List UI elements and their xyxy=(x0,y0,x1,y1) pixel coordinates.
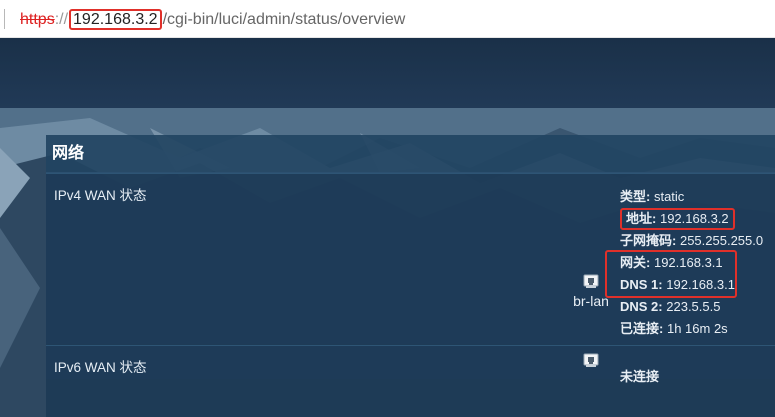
type-label: 类型: xyxy=(620,189,651,204)
address-label: 地址: xyxy=(626,211,657,226)
address-highlight: 地址: 192.168.3.2 xyxy=(620,208,735,230)
ipv4-wan-row: IPv4 WAN 状态 br-lan 类型: static 地址: 192.16… xyxy=(46,173,775,344)
top-header-band xyxy=(0,38,775,108)
ipv6-status: 未连接 xyxy=(620,369,660,384)
network-port-icon xyxy=(583,274,599,288)
type-value: static xyxy=(653,189,685,204)
url-host-highlighted: 192.168.3.2 xyxy=(69,9,162,30)
ipv6-wan-label: IPv6 WAN 状态 xyxy=(54,360,147,375)
network-port-icon xyxy=(583,353,599,367)
netmask-value: 255.255.255.0 xyxy=(679,233,764,248)
connected-value: 1h 16m 2s xyxy=(666,321,728,336)
url-text[interactable]: https://192.168.3.2/cgi-bin/luci/admin/s… xyxy=(20,9,405,31)
url-scheme: https xyxy=(20,11,55,28)
url-path: /cgi-bin/luci/admin/status/overview xyxy=(162,11,406,28)
url-scheme-separator: :// xyxy=(54,11,69,28)
dns2-label: DNS 2: xyxy=(620,299,663,314)
address-bar-divider xyxy=(4,9,5,29)
address-value: 192.168.3.2 xyxy=(659,211,729,226)
connected-label: 已连接: xyxy=(620,321,664,336)
panel-title: 网络 xyxy=(46,135,775,173)
browser-address-bar[interactable]: https://192.168.3.2/cgi-bin/luci/admin/s… xyxy=(0,0,775,38)
netmask-label: 子网掩码: xyxy=(620,233,677,248)
gateway-dns-highlight xyxy=(605,250,737,298)
ipv6-interface xyxy=(566,352,616,368)
ipv6-wan-row: IPv6 WAN 状态 未连接 xyxy=(46,345,775,384)
ipv4-wan-label: IPv4 WAN 状态 xyxy=(54,188,147,203)
dns2-value: 223.5.5.5 xyxy=(666,299,721,314)
